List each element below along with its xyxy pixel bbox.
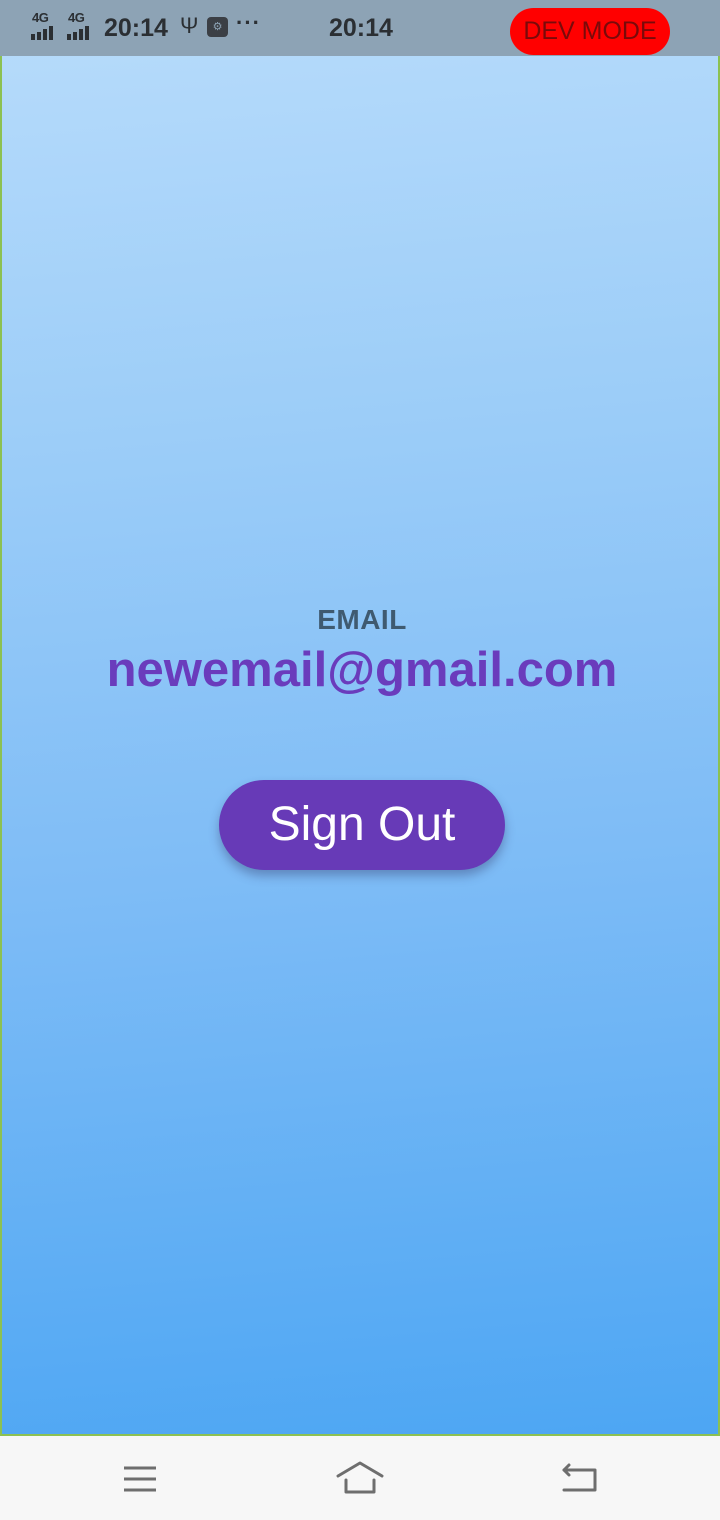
status-time-center: 20:14 — [329, 14, 393, 42]
signal-icon: 4G — [67, 10, 99, 40]
email-label: EMAIL — [317, 604, 407, 635]
signal-type-label: 4G — [68, 10, 85, 25]
email-value: newemail@gmail.com — [106, 643, 618, 697]
menu-icon[interactable] — [110, 1448, 170, 1508]
back-icon[interactable] — [550, 1448, 610, 1508]
signal-type-label: 4G — [32, 10, 49, 25]
app-content: EMAIL newemail@gmail.com Sign Out — [0, 0, 720, 1436]
more-notifications-icon: ··· — [236, 10, 261, 35]
navigation-bar — [0, 1436, 720, 1520]
dev-mode-badge: DEV MODE — [510, 8, 670, 55]
status-bar: 4G 4G 20:14 Ψ ⚙ ··· 20:14 DEV MODE — [0, 0, 720, 56]
sign-out-button[interactable]: Sign Out — [219, 780, 505, 870]
usb-icon: Ψ — [180, 13, 199, 38]
status-time: 20:14 — [104, 14, 168, 42]
usb-debug-icon: ⚙ — [207, 17, 228, 37]
screen: EMAIL newemail@gmail.com Sign Out 4G 4G … — [0, 0, 720, 1520]
signal-icon: 4G — [31, 10, 63, 40]
home-icon[interactable] — [330, 1448, 390, 1508]
